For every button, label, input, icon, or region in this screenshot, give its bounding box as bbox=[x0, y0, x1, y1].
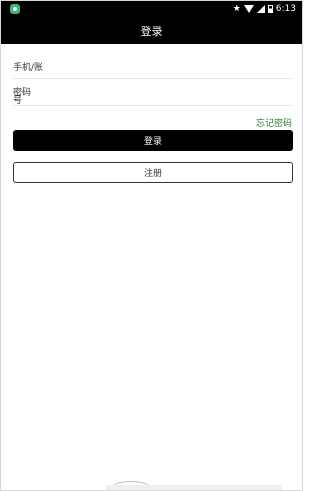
signal-icon bbox=[256, 5, 265, 13]
password-input[interactable] bbox=[13, 85, 293, 105]
star-icon: ★ bbox=[232, 4, 241, 14]
account-field-container bbox=[13, 58, 293, 79]
bottom-strip bbox=[106, 485, 282, 490]
login-button[interactable]: 登录 bbox=[13, 130, 293, 151]
app-notification-icon bbox=[10, 4, 20, 14]
account-input[interactable] bbox=[13, 58, 293, 78]
status-icons: ★ 6:13 bbox=[233, 3, 296, 15]
register-button[interactable]: 注册 bbox=[13, 162, 293, 183]
forgot-password-link[interactable]: 忘记密码 bbox=[256, 116, 292, 129]
battery-icon bbox=[267, 5, 273, 13]
phone-screen: ★ 6:13 登录 密码号 忘记密码 登录 注册 bbox=[0, 0, 303, 491]
password-field-container: 密码号 bbox=[13, 85, 293, 106]
wifi-icon bbox=[243, 5, 254, 13]
status-bar: ★ 6:13 bbox=[1, 1, 302, 17]
status-time: 6:13 bbox=[275, 4, 296, 14]
page-title: 登录 bbox=[140, 25, 163, 38]
title-bar: 登录 bbox=[1, 17, 302, 44]
